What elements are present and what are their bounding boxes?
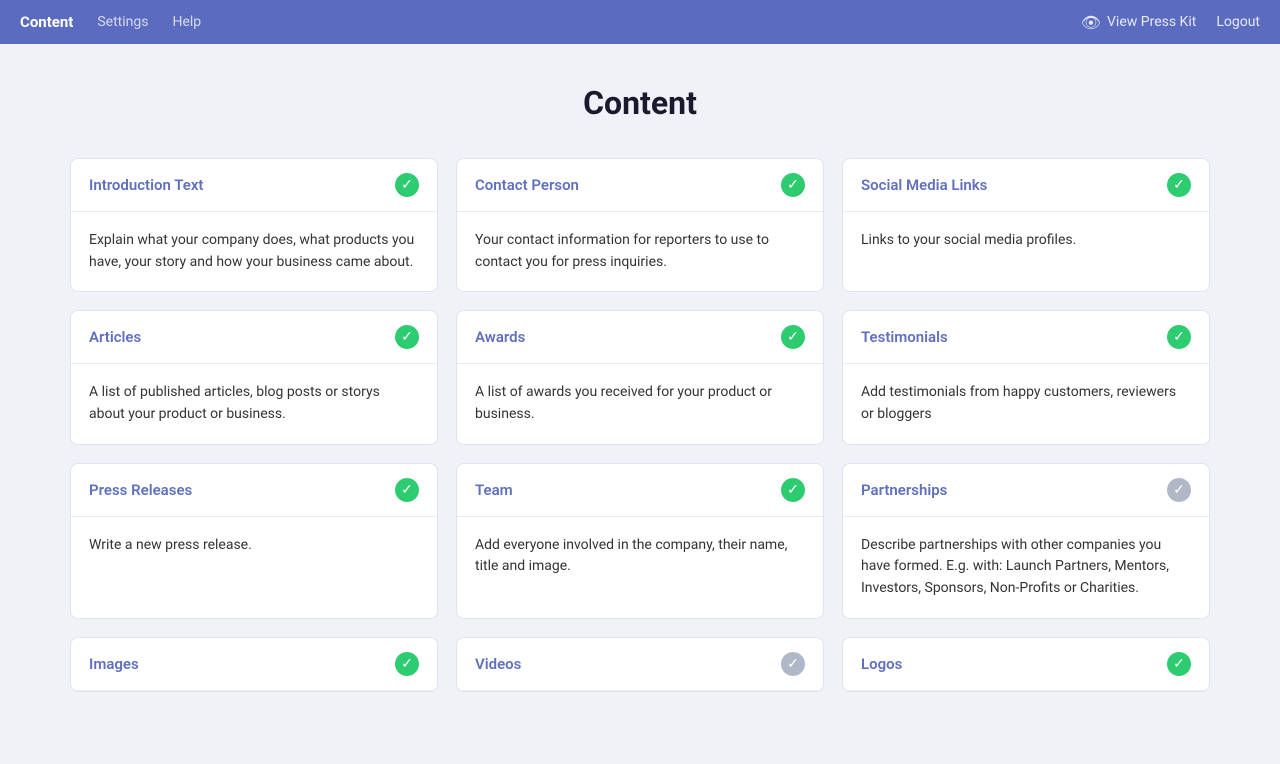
card-header-videos: Videos ✓	[457, 638, 823, 691]
card-videos[interactable]: Videos ✓	[456, 637, 824, 692]
card-title-contact-person: Contact Person	[475, 176, 579, 194]
check-icon-press-releases: ✓	[395, 478, 419, 502]
card-title-press-releases: Press Releases	[89, 481, 192, 499]
card-body-contact-person: Your contact information for reporters t…	[457, 212, 823, 291]
card-title-introduction-text: Introduction Text	[89, 176, 203, 194]
card-header-articles: Articles ✓	[71, 311, 437, 364]
nav-left: Content Settings Help	[20, 13, 201, 31]
card-header-press-releases: Press Releases ✓	[71, 464, 437, 517]
check-icon-images: ✓	[395, 652, 419, 676]
nav-right: 👁 View Press Kit Logout	[1081, 13, 1260, 32]
card-contact-person[interactable]: Contact Person ✓ Your contact informatio…	[456, 158, 824, 292]
card-testimonials[interactable]: Testimonials ✓ Add testimonials from hap…	[842, 310, 1210, 444]
card-introduction-text[interactable]: Introduction Text ✓ Explain what your co…	[70, 158, 438, 292]
view-press-kit-link[interactable]: 👁 View Press Kit	[1081, 13, 1197, 32]
card-awards[interactable]: Awards ✓ A list of awards you received f…	[456, 310, 824, 444]
card-title-logos: Logos	[861, 655, 902, 673]
card-body-introduction-text: Explain what your company does, what pro…	[71, 212, 437, 291]
card-title-awards: Awards	[475, 328, 525, 346]
card-logos[interactable]: Logos ✓	[842, 637, 1210, 692]
navbar: Content Settings Help 👁 View Press Kit L…	[0, 0, 1280, 44]
card-header-introduction-text: Introduction Text ✓	[71, 159, 437, 212]
check-icon-team: ✓	[781, 478, 805, 502]
card-title-partnerships: Partnerships	[861, 481, 947, 499]
check-icon-testimonials: ✓	[1167, 325, 1191, 349]
card-header-testimonials: Testimonials ✓	[843, 311, 1209, 364]
card-title-testimonials: Testimonials	[861, 328, 948, 346]
card-title-team: Team	[475, 481, 513, 499]
main-content: Content Introduction Text ✓ Explain what…	[50, 44, 1230, 752]
view-press-kit-label: View Press Kit	[1107, 14, 1196, 30]
card-team[interactable]: Team ✓ Add everyone involved in the comp…	[456, 463, 824, 619]
card-body-articles: A list of published articles, blog posts…	[71, 364, 437, 443]
card-social-media-links[interactable]: Social Media Links ✓ Links to your socia…	[842, 158, 1210, 292]
logout-link[interactable]: Logout	[1216, 14, 1260, 30]
nav-settings-link[interactable]: Settings	[97, 14, 148, 30]
card-header-partnerships: Partnerships ✓	[843, 464, 1209, 517]
card-partnerships[interactable]: Partnerships ✓ Describe partnerships wit…	[842, 463, 1210, 619]
card-body-testimonials: Add testimonials from happy customers, r…	[843, 364, 1209, 443]
nav-help-link[interactable]: Help	[172, 14, 201, 30]
check-icon-logos: ✓	[1167, 652, 1191, 676]
check-icon-partnerships: ✓	[1167, 478, 1191, 502]
card-title-images: Images	[89, 655, 139, 673]
card-body-social-media-links: Links to your social media profiles.	[843, 212, 1209, 270]
card-header-logos: Logos ✓	[843, 638, 1209, 691]
card-body-awards: A list of awards you received for your p…	[457, 364, 823, 443]
eye-icon: 👁	[1081, 13, 1101, 32]
check-icon-videos: ✓	[781, 652, 805, 676]
cards-grid: Introduction Text ✓ Explain what your co…	[70, 158, 1210, 692]
card-body-partnerships: Describe partnerships with other compani…	[843, 517, 1209, 618]
card-body-team: Add everyone involved in the company, th…	[457, 517, 823, 596]
card-press-releases[interactable]: Press Releases ✓ Write a new press relea…	[70, 463, 438, 619]
check-icon-social-media-links: ✓	[1167, 173, 1191, 197]
card-header-images: Images ✓	[71, 638, 437, 691]
card-title-videos: Videos	[475, 655, 521, 673]
card-title-social-media-links: Social Media Links	[861, 176, 987, 194]
card-articles[interactable]: Articles ✓ A list of published articles,…	[70, 310, 438, 444]
nav-brand[interactable]: Content	[20, 13, 73, 31]
card-title-articles: Articles	[89, 328, 141, 346]
check-icon-introduction-text: ✓	[395, 173, 419, 197]
card-header-contact-person: Contact Person ✓	[457, 159, 823, 212]
card-header-awards: Awards ✓	[457, 311, 823, 364]
card-images[interactable]: Images ✓	[70, 637, 438, 692]
check-icon-contact-person: ✓	[781, 173, 805, 197]
card-header-social-media-links: Social Media Links ✓	[843, 159, 1209, 212]
check-icon-awards: ✓	[781, 325, 805, 349]
check-icon-articles: ✓	[395, 325, 419, 349]
card-header-team: Team ✓	[457, 464, 823, 517]
card-body-press-releases: Write a new press release.	[71, 517, 437, 575]
page-title: Content	[70, 84, 1210, 122]
